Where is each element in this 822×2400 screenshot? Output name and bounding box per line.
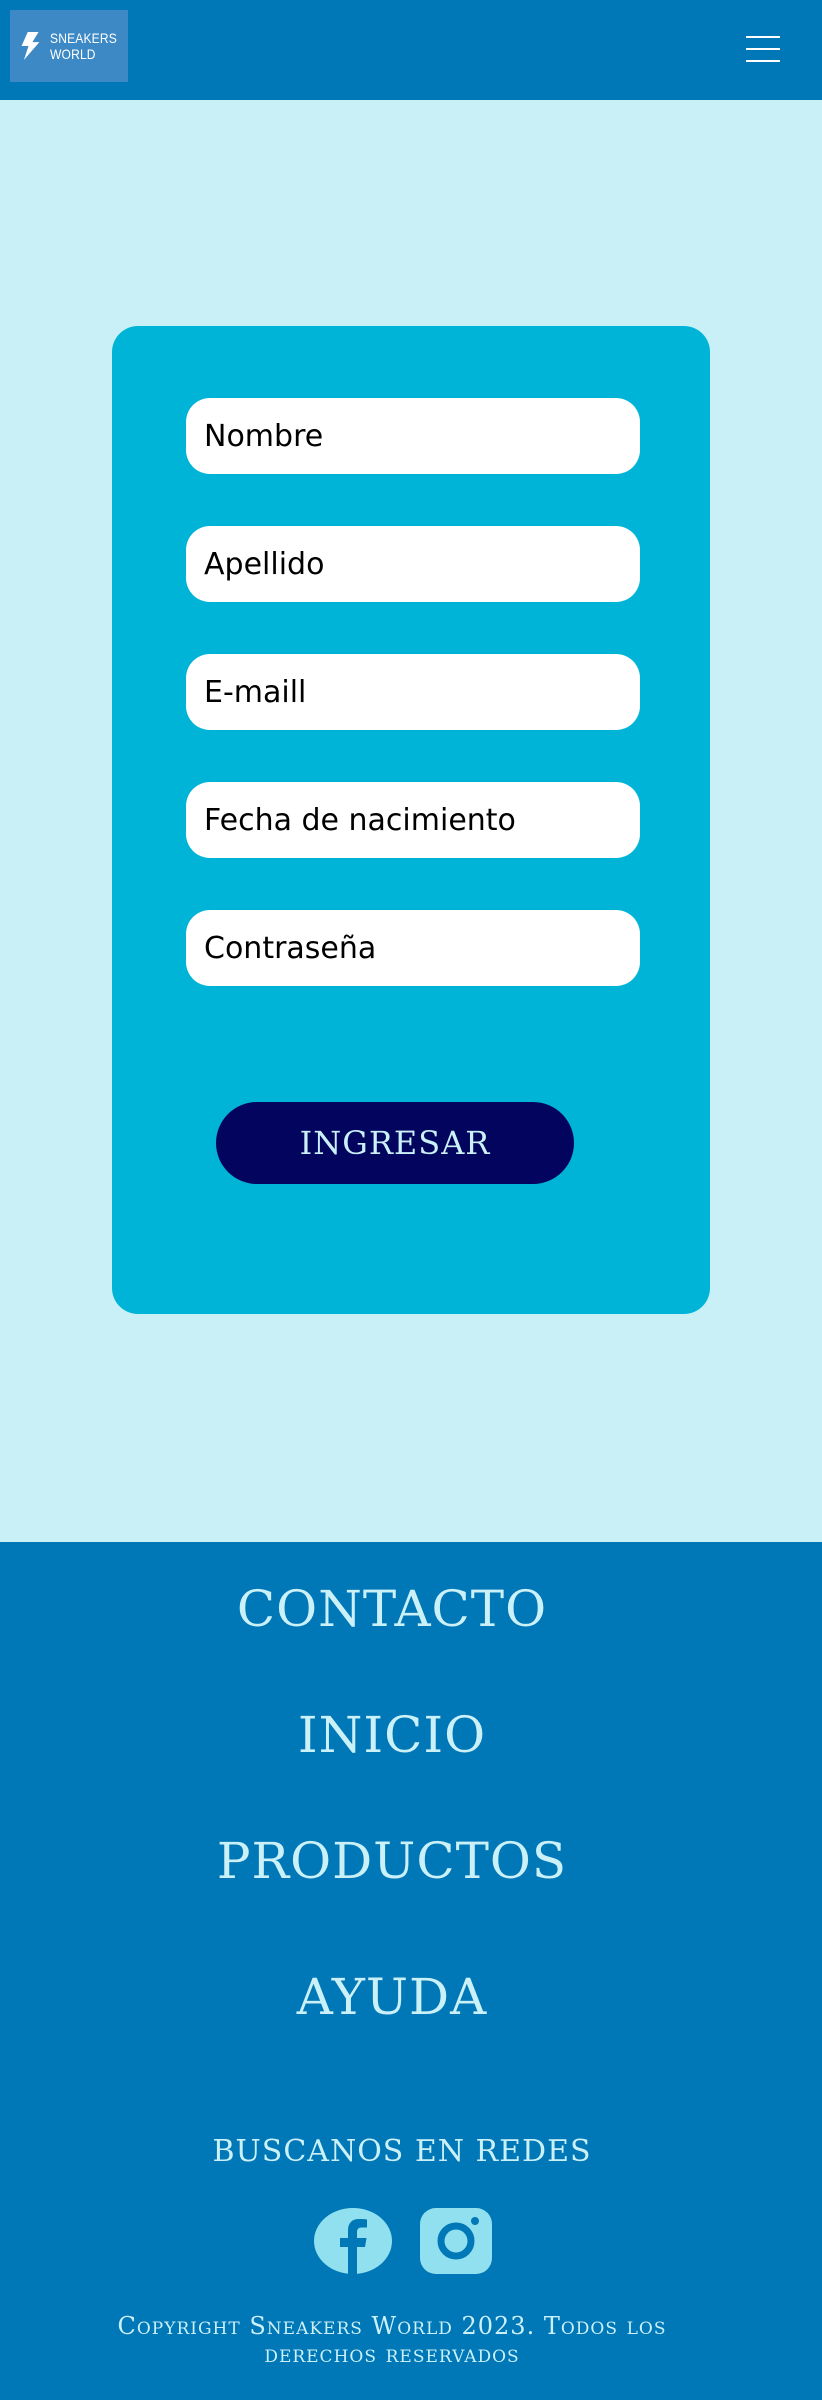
- copyright-line-2: derechos reservados: [264, 2340, 520, 2368]
- logo-line-2: WORLD: [50, 46, 96, 62]
- nombre-input[interactable]: [186, 398, 640, 474]
- logo-line-1: SNEAKERS: [50, 30, 118, 46]
- password-input[interactable]: [186, 910, 640, 986]
- logo-text: SNEAKERS WORLD: [50, 30, 117, 62]
- site-header: SNEAKERS WORLD: [0, 0, 822, 100]
- ingresar-button[interactable]: INGRESAR: [216, 1102, 574, 1184]
- social-title: BUSCANOS EN REDES: [212, 2134, 592, 2169]
- copyright-line-1: Copyright Sneakers World 2023. Todos los: [117, 2312, 667, 2340]
- footer-link-inicio[interactable]: INICIO: [0, 1706, 784, 1764]
- brand-logo[interactable]: SNEAKERS WORLD: [10, 10, 128, 82]
- footer-link-contacto[interactable]: CONTACTO: [0, 1580, 784, 1638]
- lightning-bolt-icon: [21, 32, 40, 60]
- instagram-icon[interactable]: [420, 2208, 492, 2274]
- facebook-icon[interactable]: [314, 2208, 392, 2274]
- registration-form-card: INGRESAR: [112, 326, 710, 1314]
- birthdate-input[interactable]: [186, 782, 640, 858]
- copyright-text: Copyright Sneakers World 2023. Todos los…: [0, 2312, 784, 2368]
- site-footer: CONTACTO INICIO PRODUCTOS AYUDA BUSCANOS…: [0, 1542, 822, 2400]
- footer-link-productos[interactable]: PRODUCTOS: [0, 1832, 784, 1890]
- email-input[interactable]: [186, 654, 640, 730]
- footer-link-ayuda[interactable]: AYUDA: [0, 1968, 784, 2026]
- apellido-input[interactable]: [186, 526, 640, 602]
- hamburger-menu-icon[interactable]: [742, 30, 784, 68]
